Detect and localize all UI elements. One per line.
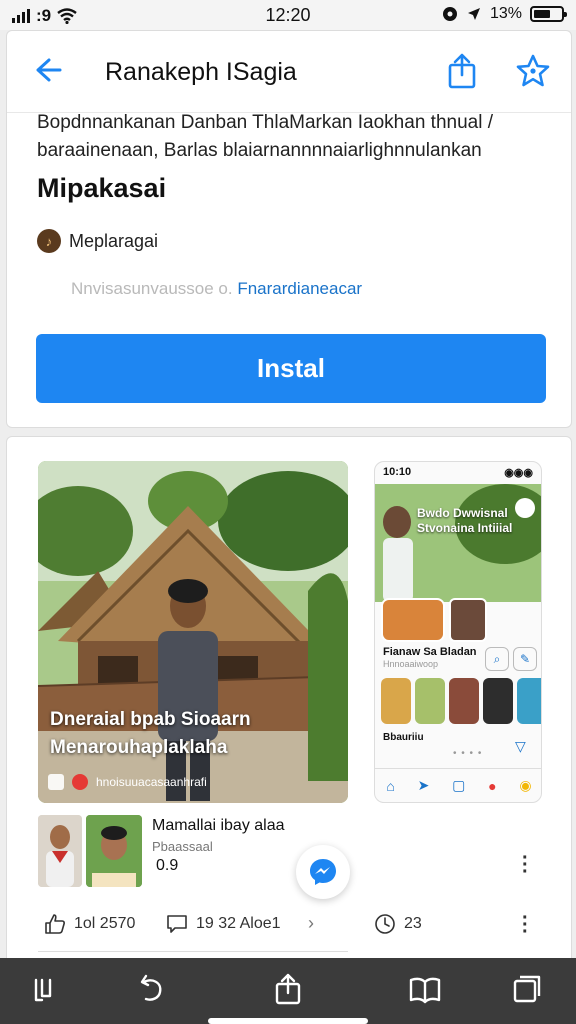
app-mini-icon [48, 774, 64, 790]
shot2-hero-image [375, 484, 541, 602]
grid-thumb [517, 678, 541, 724]
tabs-icon[interactable] [30, 972, 64, 1006]
battery-percentage: 13% [489, 5, 522, 22]
app-details-card: Ranakeph ISagia Bopdnnankanan Danban Thl… [6, 30, 572, 428]
square-icon: ▢ [452, 777, 466, 793]
chevron-right-icon[interactable]: › [308, 913, 314, 934]
status-right: 13% [442, 5, 567, 23]
home-icon: ⌂ [386, 777, 395, 794]
time-stat: 23 [374, 913, 422, 935]
battery-icon [530, 6, 567, 22]
shot2-person-image [449, 598, 487, 642]
location-icon [442, 7, 457, 21]
more-options-icon[interactable]: · · · [522, 908, 529, 942]
comments-stat[interactable]: 19 32 Aloe1 [166, 913, 281, 935]
shot2-hero-text: Bwdo Dwwisnal Stvonaina Intiiial [417, 506, 513, 535]
favorite-star-icon[interactable] [515, 53, 551, 89]
likes-count: 1ol 2570 [74, 915, 136, 932]
shot2-label: Fianaw Sa Bladan [383, 646, 477, 658]
navigation-arrow-icon [467, 8, 480, 20]
listing-row[interactable]: Mamallai ibay alaa Pbaassaal 0.9 [38, 815, 538, 889]
divider [38, 951, 348, 952]
developer-row[interactable]: ♪ Meplaragai [37, 229, 158, 253]
play-icon: ▽ [515, 738, 526, 754]
developer-name: Meplaragai [69, 230, 159, 251]
clock-icon [375, 914, 395, 934]
page-title: Ranakeph ISagia [105, 58, 297, 86]
shot2-status-right: ◉◉◉ [504, 467, 533, 479]
grid-thumb [415, 678, 445, 724]
avatar-thumbnail [38, 815, 82, 887]
edit-icon: ✎ [513, 647, 537, 671]
shot2-nav-bar: ⌂ ➤ ▢ ● ◉ [375, 768, 541, 802]
media-card: Dneraial bpab Sioaarn Menarouhaplaklaha … [6, 436, 572, 1024]
copy-icon[interactable] [510, 972, 544, 1006]
listing-rating: 0.9 [156, 857, 179, 874]
home-indicator[interactable] [208, 1018, 368, 1024]
developer-icon: ♪ [37, 229, 61, 253]
grid-thumb [381, 678, 411, 724]
comment-icon [167, 915, 187, 933]
stats-row: 1ol 2570 19 32 Aloe1 › 23 [38, 905, 548, 945]
shot2-status-left: 10:10 [383, 466, 412, 478]
more-options-icon[interactable]: · · · [522, 848, 529, 882]
messenger-button[interactable] [296, 845, 350, 899]
app-description: Bopdnnankanan Danban ThlaMarkan Iaokhan … [37, 109, 547, 165]
bookmarks-icon[interactable] [408, 972, 442, 1006]
status-bar: :9 12:20 13% [0, 0, 576, 30]
description-line-1: Bopdnnankanan Danban ThlaMarkan Iaokhan … [37, 112, 493, 133]
screenshot-caption-line-2: Menarouhaplaklaha [50, 737, 228, 758]
send-icon: ➤ [417, 777, 430, 793]
messenger-icon [310, 859, 336, 885]
screenshot-1[interactable]: Dneraial bpab Sioaarn Menarouhaplaklaha … [38, 461, 348, 803]
grid-thumb [449, 678, 479, 724]
comments-count: 19 32 Aloe1 [196, 915, 281, 932]
install-button[interactable]: Instal [36, 334, 546, 403]
yellow-dot-icon: ◉ [519, 777, 532, 793]
shot2-sublabel: Hnnoaaiwoop [383, 659, 439, 669]
info-link[interactable]: Fnarardianeacar [237, 279, 362, 298]
share-icon[interactable] [445, 53, 479, 89]
red-dot-icon: ● [488, 777, 497, 794]
app-name: Mipakasai [37, 173, 167, 203]
screenshot-2[interactable]: 10:10 ◉◉◉ Bwdo Dwwisnal Stvonaina Intiii… [374, 461, 542, 803]
time-count: 23 [404, 915, 422, 932]
thumbs-up-icon [45, 914, 65, 934]
shot2-food-image [381, 598, 445, 642]
screenshot-mini-bar: hnoisuuacasaanhrafi [48, 769, 338, 795]
person-thumbnail [86, 815, 142, 887]
listing-title: Mamallai ibay alaa [152, 817, 285, 834]
app-header: Ranakeph ISagia [7, 31, 571, 113]
bottom-toolbar [0, 958, 576, 1024]
shot2-thumbnail-grid [381, 678, 541, 724]
screenshot-caption-line-1: Dneraial bpab Sioaarn [50, 709, 251, 730]
location-pin-icon [72, 774, 88, 790]
mini-bar-text: hnoisuuacasaanhrafi [96, 775, 207, 789]
listing-subtitle: Pbaassaal [152, 839, 213, 854]
undo-icon[interactable] [134, 972, 168, 1006]
shot2-page-dots: • • • • [453, 748, 483, 759]
shot2-meta: Bbauriiu [383, 732, 424, 743]
description-line-2: baraainenaan, Barlas blaiarnannnnaiarlig… [37, 140, 482, 161]
info-muted-text: Nnvisasunvaussoe o. [71, 279, 233, 298]
back-arrow-icon[interactable] [31, 53, 65, 87]
share-icon[interactable] [271, 972, 305, 1006]
grid-thumb [483, 678, 513, 724]
info-line: Nnvisasunvaussoe o. Fnarardianeacar [71, 279, 362, 299]
likes-stat[interactable]: 1ol 2570 [44, 913, 135, 935]
search-icon: ⌕ [485, 647, 509, 671]
